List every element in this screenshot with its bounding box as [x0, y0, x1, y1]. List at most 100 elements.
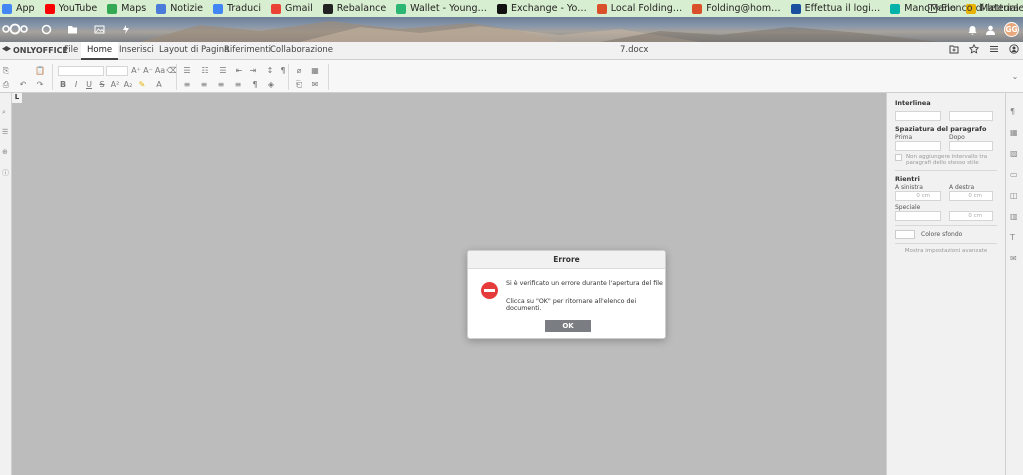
mail-merge-icon[interactable]: ✉: [310, 80, 320, 89]
subscript-icon[interactable]: A₂: [123, 80, 133, 89]
strikethrough-icon[interactable]: S: [97, 80, 107, 89]
comments-icon[interactable]: ☰: [2, 128, 10, 136]
activity-icon[interactable]: [120, 24, 131, 35]
spacing-after-label: Dopo: [949, 134, 965, 141]
indent-left-input[interactable]: 0 cm: [895, 191, 941, 201]
plugins-icon[interactable]: ⊕: [2, 148, 10, 156]
align-left-icon[interactable]: ≡: [182, 80, 192, 89]
favorite-star-icon[interactable]: [969, 44, 979, 54]
undo-icon[interactable]: ↶: [18, 80, 28, 89]
user-account-icon[interactable]: [1009, 44, 1019, 54]
font-size-select[interactable]: [106, 66, 128, 76]
collapse-toolbar-icon[interactable]: ⌄: [1010, 72, 1020, 81]
paragraph-settings-icon[interactable]: ¶: [1010, 107, 1019, 116]
decrease-indent-icon[interactable]: ⇤: [234, 66, 244, 75]
increase-indent-icon[interactable]: ⇥: [248, 66, 258, 75]
copy-style-icon[interactable]: ⎗: [294, 80, 304, 89]
justify-icon[interactable]: ≡: [233, 80, 243, 89]
bookmark-effettua-il-logi[interactable]: Effettua il logi…: [790, 3, 880, 14]
paragraph-marks-icon[interactable]: ¶: [250, 80, 260, 89]
bookmark-wallet-young[interactable]: Wallet - Young…: [396, 3, 487, 14]
tab-stop-selector[interactable]: L: [12, 93, 22, 103]
special-indent-label: Speciale: [895, 204, 921, 211]
redo-icon[interactable]: ↷: [35, 80, 45, 89]
bookmark-folding-hom[interactable]: Folding@hom…: [692, 3, 781, 14]
special-indent-value[interactable]: 0 cm: [949, 211, 993, 221]
increase-font-icon[interactable]: A⁺: [131, 66, 141, 75]
bullets-icon[interactable]: ☰: [182, 66, 192, 75]
bookmark-maps[interactable]: Maps: [107, 3, 146, 14]
clear-formatting-icon[interactable]: ⌀: [294, 66, 304, 75]
copy-icon[interactable]: ⎘: [1, 66, 11, 75]
bookmarks-bar: App YouTube Maps Notizie Traduci Gmail Rebalan…: [0, 0, 1023, 17]
align-right-icon[interactable]: ≡: [216, 80, 226, 89]
shape-settings-icon[interactable]: ◫: [1010, 191, 1019, 200]
spacing-before-input[interactable]: [895, 141, 941, 151]
reading-list-label: Elenco di lettura: [941, 3, 1019, 14]
align-center-icon[interactable]: ≡: [199, 80, 209, 89]
open-file-location-icon[interactable]: [949, 44, 959, 54]
line-spacing-value[interactable]: [949, 111, 993, 121]
reading-list-button[interactable]: Elenco di lettura: [928, 0, 1019, 17]
nextcloud-logo-icon[interactable]: [2, 23, 28, 35]
bookmark-youtube[interactable]: YouTube: [44, 3, 97, 14]
document-canvas[interactable]: [12, 93, 886, 475]
header-footer-icon[interactable]: ▭: [1010, 170, 1019, 179]
shading-icon[interactable]: ◈: [266, 80, 276, 89]
search-icon[interactable]: ⌕: [2, 108, 10, 116]
about-icon[interactable]: ⓘ: [2, 168, 10, 177]
view-settings-icon[interactable]: [989, 44, 999, 54]
italic-icon[interactable]: I: [71, 80, 81, 89]
bookmark-exchange-yo[interactable]: Exchange - Yo…: [497, 3, 587, 14]
background-color-picker[interactable]: [895, 230, 915, 239]
font-family-select[interactable]: [58, 66, 104, 76]
underline-icon[interactable]: U: [84, 80, 94, 89]
spacing-after-input[interactable]: [949, 141, 993, 151]
line-spacing-select[interactable]: [895, 111, 941, 121]
bookmark-gmail[interactable]: Gmail: [271, 3, 313, 14]
image-settings-icon[interactable]: ▨: [1010, 149, 1019, 158]
table-settings-icon[interactable]: ▦: [1010, 128, 1019, 137]
bookmark-label: Rebalance: [336, 3, 387, 14]
folding-icon: [692, 3, 703, 14]
numbering-icon[interactable]: ☷: [200, 66, 210, 75]
bookmark-rebalance[interactable]: Rebalance: [322, 3, 387, 14]
chart-settings-icon[interactable]: ▥: [1010, 212, 1019, 221]
bold-icon[interactable]: B: [58, 80, 68, 89]
files-folder-icon[interactable]: [67, 24, 78, 35]
indent-right-input[interactable]: 0 cm: [949, 191, 993, 201]
bookmark-notizie[interactable]: Notizie: [156, 3, 203, 14]
superscript-icon[interactable]: A²: [110, 80, 120, 89]
nonprinting-icon[interactable]: ¶: [278, 66, 288, 75]
styles-icon[interactable]: ▦: [310, 66, 320, 75]
bookmark-local-folding[interactable]: Local Folding…: [596, 3, 682, 14]
advanced-settings-link[interactable]: Mostra impostazioni avanzate: [895, 248, 997, 254]
bookmark-label: Notizie: [170, 3, 203, 14]
mail-merge-settings-icon[interactable]: ✉: [1010, 254, 1019, 263]
notifications-bell-icon[interactable]: [968, 25, 977, 35]
font-color-icon[interactable]: A: [154, 80, 164, 89]
textart-settings-icon[interactable]: T: [1010, 233, 1019, 242]
special-indent-select[interactable]: [895, 211, 941, 221]
line-spacing-title: Interlinea: [895, 99, 931, 107]
bookmark-app[interactable]: App: [2, 3, 35, 14]
no-interval-checkbox[interactable]: [895, 154, 902, 161]
photos-icon[interactable]: [94, 24, 105, 35]
change-case-icon[interactable]: Aa: [155, 66, 165, 75]
bookmark-traduci[interactable]: Traduci: [212, 3, 261, 14]
line-spacing-icon[interactable]: ↕: [265, 66, 275, 75]
decrease-font-icon[interactable]: A⁻: [143, 66, 153, 75]
multilevel-list-icon[interactable]: ☰: [218, 66, 228, 75]
indent-right-label: A destra: [949, 184, 975, 191]
user-avatar[interactable]: GG: [1004, 22, 1019, 37]
news-icon: [156, 3, 167, 14]
document-title: 7.docx: [620, 45, 649, 55]
paste-icon[interactable]: 📋: [35, 66, 45, 75]
tab-collaboration[interactable]: Collaborazione: [264, 42, 339, 59]
contacts-icon[interactable]: [985, 25, 996, 35]
bookmark-label: Wallet - Young…: [410, 3, 488, 14]
print-icon[interactable]: ⎙: [1, 80, 11, 89]
highlight-icon[interactable]: ✎: [137, 80, 147, 89]
dashboard-icon[interactable]: [41, 24, 52, 35]
ok-button[interactable]: OK: [545, 320, 591, 332]
